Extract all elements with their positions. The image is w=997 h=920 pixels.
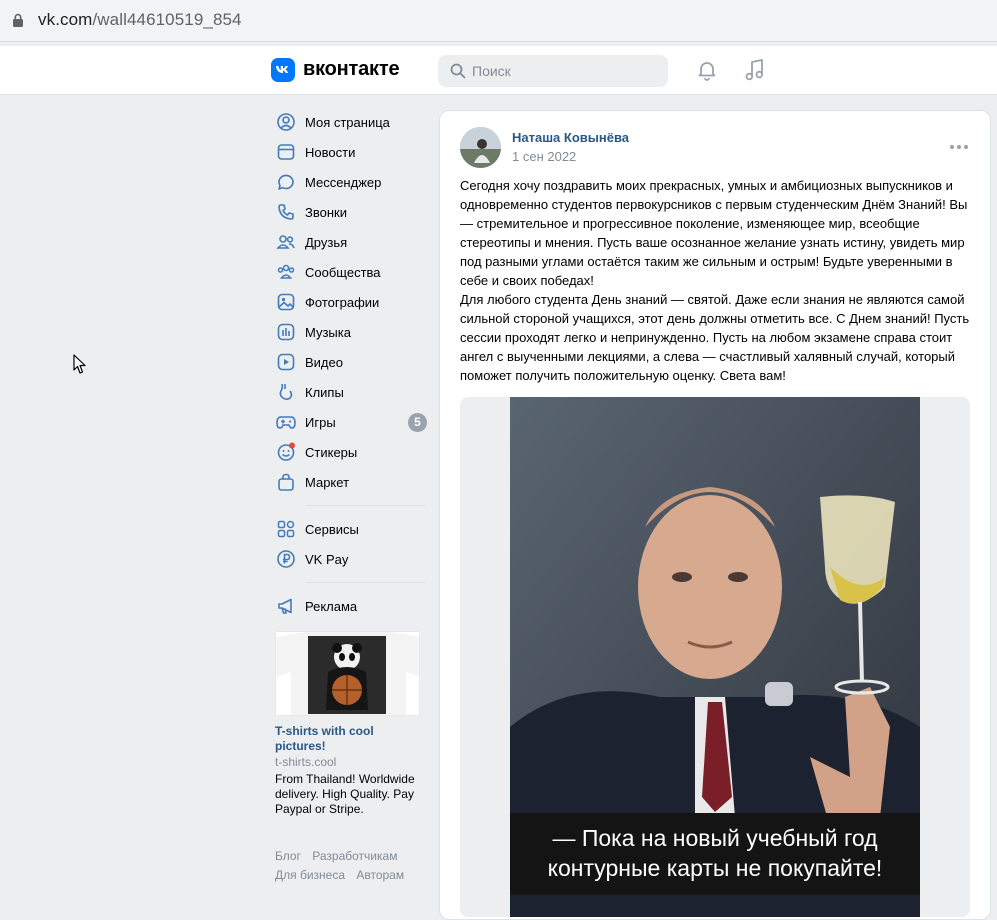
sidebar-item-message[interactable]: Мессенджер bbox=[271, 167, 431, 197]
sidebar-item-news[interactable]: Новости bbox=[271, 137, 431, 167]
sidebar-item-music[interactable]: Музыка bbox=[271, 317, 431, 347]
footer-link[interactable]: Авторам bbox=[356, 868, 404, 882]
search-input[interactable] bbox=[472, 55, 662, 87]
footer-link[interactable]: Для бизнеса bbox=[275, 868, 345, 882]
message-icon bbox=[276, 172, 296, 192]
sidebar-item-label: VK Pay bbox=[305, 551, 349, 567]
address-url[interactable]: vk.com/wall44610519_854 bbox=[38, 10, 242, 30]
sidebar-item-label: Друзья bbox=[305, 234, 348, 250]
sidebar-item-label: Маркет bbox=[305, 474, 350, 490]
sidebar-item-user-circle[interactable]: Моя страница bbox=[271, 107, 431, 137]
market-icon bbox=[276, 472, 296, 492]
post-author[interactable]: Наташа Ковынёва bbox=[512, 130, 629, 145]
news-icon bbox=[276, 142, 296, 162]
sidebar-item-clips[interactable]: Клипы bbox=[271, 377, 431, 407]
sidebar-item-friends[interactable]: Друзья bbox=[271, 227, 431, 257]
music-player-icon[interactable] bbox=[743, 57, 767, 83]
photo-icon bbox=[276, 292, 296, 312]
ad-title[interactable]: T-shirts with cool pictures! bbox=[275, 724, 415, 754]
sidebar-item-label: Музыка bbox=[305, 324, 351, 340]
sidebar-footer: Блог Разработчикам Для бизнеса Авторам bbox=[275, 847, 425, 885]
sidebar-divider bbox=[305, 505, 425, 506]
megaphone-icon bbox=[276, 596, 296, 616]
lock-icon bbox=[13, 13, 23, 27]
ad-description: From Thailand! Worldwide delivery. High … bbox=[275, 772, 415, 816]
sidebar-item-sticker[interactable]: Стикеры bbox=[271, 437, 431, 467]
sidebar-item-label: Новости bbox=[305, 144, 356, 160]
sidebar-item-services[interactable]: Сервисы bbox=[271, 514, 431, 544]
sidebar-item-label: Мессенджер bbox=[305, 174, 382, 190]
image-caption: — Пока на новый учебный год контурные ка… bbox=[510, 813, 920, 895]
post-photo[interactable]: — Пока на новый учебный год контурные ка… bbox=[510, 397, 920, 917]
more-options-icon[interactable] bbox=[950, 145, 968, 149]
vk-logo-text[interactable]: вконтакте bbox=[303, 58, 400, 81]
sidebar-item-phone[interactable]: Звонки bbox=[271, 197, 431, 227]
sidebar-item-vkpay[interactable]: VK Pay bbox=[271, 544, 431, 574]
post-card: Наташа Ковынёва 1 сен 2022 Сегодня хочу … bbox=[439, 110, 991, 920]
footer-link[interactable]: Блог bbox=[275, 849, 301, 863]
sidebar-item-megaphone[interactable]: Реклама bbox=[271, 591, 431, 621]
friends-icon bbox=[276, 232, 296, 252]
post-text: Сегодня хочу поздравить моих прекрасных,… bbox=[460, 178, 970, 383]
video-icon bbox=[276, 352, 296, 372]
search-box[interactable] bbox=[438, 55, 668, 87]
phone-icon bbox=[276, 202, 296, 222]
counter-badge: 5 bbox=[408, 413, 427, 432]
sticker-icon bbox=[276, 442, 296, 462]
sidebar-item-label: Игры bbox=[305, 414, 336, 430]
sidebar-item-label: Клипы bbox=[305, 384, 344, 400]
notifications-bell-icon[interactable] bbox=[695, 58, 719, 82]
caption-line: — Пока на новый учебный год bbox=[552, 825, 878, 851]
sidebar-item-label: Сервисы bbox=[305, 521, 359, 537]
left-sidebar: Моя страница Новости Мессенджер Звонки Друзь… bbox=[271, 107, 431, 885]
sidebar-item-label: Моя страница bbox=[305, 114, 390, 130]
user-circle-icon bbox=[276, 112, 296, 132]
top-header: вконтакте bbox=[0, 46, 997, 95]
sidebar-divider bbox=[305, 582, 425, 583]
sidebar-item-video[interactable]: Видео bbox=[271, 347, 431, 377]
sidebar-item-gamepad[interactable]: Игры 5 bbox=[271, 407, 431, 437]
sidebar-item-label: Стикеры bbox=[305, 444, 358, 460]
services-icon bbox=[276, 519, 296, 539]
caption-line: контурные карты не покупайте! bbox=[547, 855, 883, 881]
gamepad-icon bbox=[276, 412, 296, 432]
post-image-container[interactable]: — Пока на новый учебный год контурные ка… bbox=[460, 397, 970, 917]
mouse-cursor-icon bbox=[73, 354, 86, 374]
sidebar-item-photo[interactable]: Фотографии bbox=[271, 287, 431, 317]
sidebar-item-label: Видео bbox=[305, 354, 343, 370]
post-date[interactable]: 1 сен 2022 bbox=[512, 149, 576, 164]
search-icon bbox=[450, 63, 466, 79]
clips-icon bbox=[276, 382, 296, 402]
sidebar-item-label: Реклама bbox=[305, 598, 358, 614]
ad-site[interactable]: t-shirts.cool bbox=[275, 754, 431, 770]
vk-logo-icon[interactable] bbox=[271, 58, 295, 82]
ad-image[interactable] bbox=[275, 631, 420, 716]
browser-address-bar[interactable]: vk.com/wall44610519_854 bbox=[0, 0, 997, 42]
sidebar-item-label: Сообщества bbox=[305, 264, 381, 280]
sidebar-item-label: Фотографии bbox=[305, 294, 380, 310]
communities-icon bbox=[276, 262, 296, 282]
sidebar-item-market[interactable]: Маркет bbox=[271, 467, 431, 497]
footer-link[interactable]: Разработчикам bbox=[312, 849, 397, 863]
sidebar-item-label: Звонки bbox=[305, 204, 347, 220]
music-icon bbox=[276, 322, 296, 342]
vkpay-icon bbox=[276, 549, 296, 569]
sidebar-item-communities[interactable]: Сообщества bbox=[271, 257, 431, 287]
author-avatar[interactable] bbox=[460, 127, 501, 168]
